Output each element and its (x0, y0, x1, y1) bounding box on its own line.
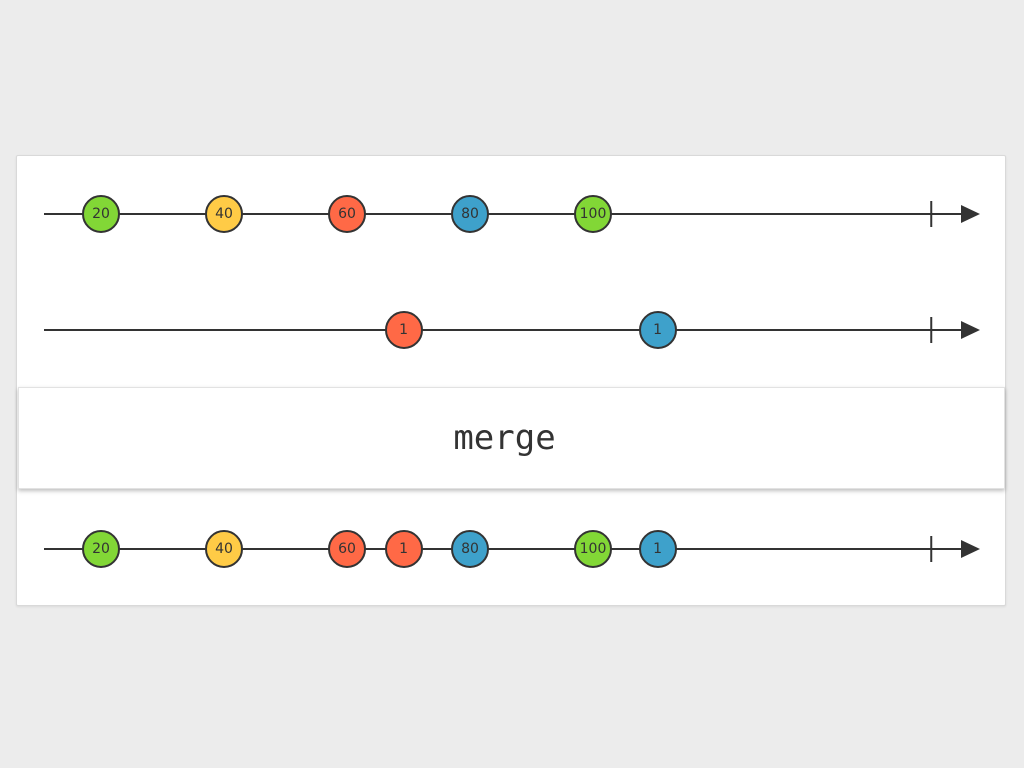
operator-box: merge (18, 387, 1005, 489)
timeline-arrow-icon (961, 321, 980, 339)
stream-timeline (44, 536, 980, 562)
marble[interactable]: 1 (384, 530, 423, 568)
marble[interactable]: 80 (451, 530, 489, 568)
marble[interactable]: 80 (451, 195, 489, 233)
marble[interactable]: 100 (574, 195, 612, 233)
input-stream-2: 11 (0, 300, 1024, 360)
marble[interactable]: 40 (205, 195, 243, 233)
stream-timeline (44, 317, 980, 343)
input-stream-1: 20 40 60 80 100 (0, 184, 1024, 244)
marble[interactable]: 20 (82, 530, 120, 568)
marble[interactable]: 1 (638, 311, 677, 349)
marble[interactable]: 60 (328, 530, 366, 568)
marble[interactable]: 1 (638, 530, 677, 568)
marble[interactable]: 1 (384, 311, 423, 349)
stream-timeline (44, 201, 980, 227)
marble[interactable]: 100 (574, 530, 612, 568)
operator-label: merge (453, 418, 556, 458)
marble[interactable]: 20 (82, 195, 120, 233)
output-stream: 20 40 60 1 80 100 1 (0, 519, 1024, 579)
marble[interactable]: 40 (205, 530, 243, 568)
timeline-arrow-icon (961, 205, 980, 223)
timeline-arrow-icon (961, 540, 980, 558)
marble[interactable]: 60 (328, 195, 366, 233)
